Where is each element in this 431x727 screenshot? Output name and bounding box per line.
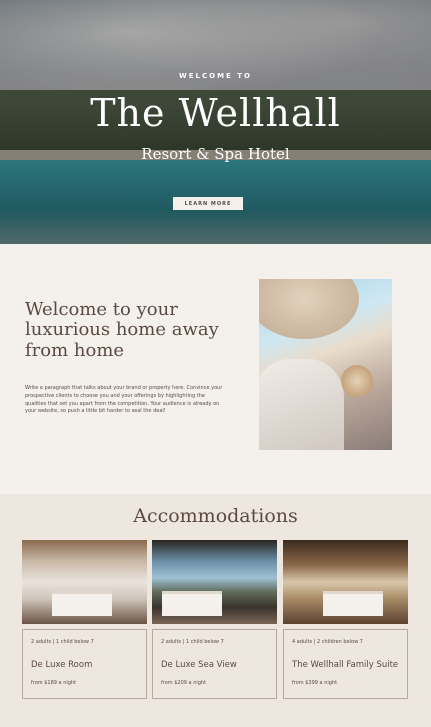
room-occupancy: 2 adults | 1 child below 7 <box>161 639 224 645</box>
hero-banner: WELCOME TO The Wellhall Resort & Spa Hot… <box>0 0 431 244</box>
room-occupancy: 2 adults | 1 child below 7 <box>31 639 94 645</box>
accommodations-title: Accommodations <box>133 505 298 527</box>
room-name[interactable]: De Luxe Room <box>31 660 92 670</box>
room-occupancy: 4 adults | 2 children below 7 <box>292 639 363 645</box>
intro-photo-coffee <box>259 279 392 450</box>
bed <box>52 591 112 616</box>
intro-section: Welcome to your luxurious home away from… <box>0 244 431 494</box>
room-photo-family-suite[interactable] <box>283 540 408 624</box>
room-photo-deluxe-room[interactable] <box>22 540 147 624</box>
learn-more-button[interactable]: LEARN MORE <box>173 197 243 210</box>
intro-paragraph: Write a paragraph that talks about your … <box>25 385 223 415</box>
photo-coffee-cup <box>341 365 373 397</box>
bed <box>162 591 222 616</box>
bed <box>323 591 383 616</box>
room-price: from $399 a night <box>292 680 338 686</box>
room-card-deluxe-room[interactable]: 2 adults | 1 child below 7 De Luxe Room … <box>22 629 147 699</box>
accommodations-section: Accommodations 2 adults | 1 child below … <box>0 494 431 727</box>
hero-subtitle: Resort & Spa Hotel <box>141 145 290 163</box>
room-card-deluxe-sea-view[interactable]: 2 adults | 1 child below 7 De Luxe Sea V… <box>152 629 277 699</box>
room-name[interactable]: De Luxe Sea View <box>161 660 237 670</box>
hero-title: The Wellhall <box>90 91 341 135</box>
intro-title: Welcome to your luxurious home away from… <box>25 299 219 361</box>
room-card-family-suite[interactable]: 4 adults | 2 children below 7 The Wellha… <box>283 629 408 699</box>
hero-welcome-to: WELCOME TO <box>179 72 252 80</box>
room-name[interactable]: The Wellhall Family Suite <box>292 660 398 670</box>
photo-hat <box>259 279 359 339</box>
room-price: from $209 a night <box>161 680 207 686</box>
room-price: from $189 a night <box>31 680 77 686</box>
room-photo-deluxe-sea-view[interactable] <box>152 540 277 624</box>
photo-arm <box>259 359 344 450</box>
